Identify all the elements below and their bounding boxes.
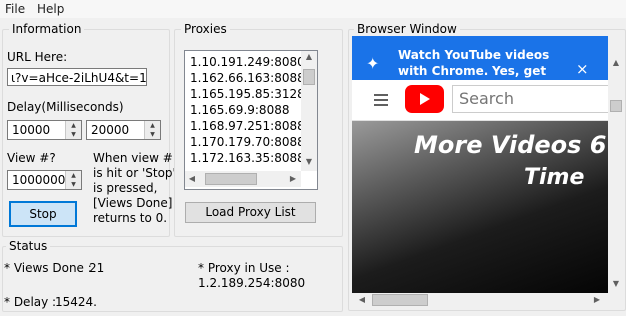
notif-line-1: Watch YouTube videos — [398, 48, 550, 62]
stop-button[interactable]: Stop — [9, 201, 77, 227]
proxy-list-item[interactable]: 1.165.195.85:3128 — [190, 87, 305, 101]
view-count-arrows: ▲ ▼ — [65, 171, 81, 189]
url-label: URL Here: — [7, 50, 68, 64]
notif-line-2: with Chrome. — [398, 64, 489, 78]
view-note-line-4: [Views Done] — [93, 196, 173, 210]
browser-webview[interactable]: ✦ Watch YouTube videos with Chrome. Yes,… — [352, 36, 608, 293]
delay-max-arrows: ▲ ▼ — [144, 121, 160, 139]
star-icon: ✦ — [366, 54, 380, 73]
delay-label: Delay(Milliseconds) — [7, 100, 124, 114]
youtube-search-input[interactable]: Search — [452, 85, 608, 113]
proxies-legend: Proxies — [181, 22, 230, 36]
scroll-thumb[interactable] — [205, 173, 257, 185]
video-player[interactable]: More Videos 6 Time — [352, 121, 608, 293]
browser-hscroll[interactable]: ◀ ▶ — [352, 293, 608, 307]
spin-down-icon[interactable]: ▼ — [66, 130, 81, 139]
scroll-down-icon[interactable]: ▼ — [301, 157, 317, 166]
scroll-up-icon[interactable]: ▲ — [301, 52, 317, 61]
url-input[interactable]: ι?v=aHce-2iLhU4&t=1s — [7, 68, 147, 86]
scroll-right-icon[interactable]: ▶ — [592, 295, 602, 304]
information-legend: Information — [9, 22, 85, 36]
proxy-list-vscroll[interactable]: ▲ ▼ — [301, 51, 317, 171]
hamburger-menu-icon[interactable] — [374, 94, 388, 96]
search-placeholder: Search — [459, 89, 514, 108]
view-note-line-1: When view # — [93, 151, 173, 165]
views-done-value: 21 — [89, 261, 105, 275]
delay-status-value: 15424. — [55, 295, 97, 309]
view-count-value: 1000000 — [12, 173, 66, 187]
proxy-list-item[interactable]: 1.170.179.70:8088 — [190, 135, 305, 149]
proxy-list[interactable]: 1.10.191.249:8080 1.162.66.163:8088 1.165.… — [184, 50, 318, 190]
scroll-thumb[interactable] — [610, 100, 622, 112]
youtube-logo-icon[interactable] — [405, 85, 444, 113]
view-note-line-5: returns to 0. — [93, 211, 168, 225]
scroll-left-icon[interactable]: ◀ — [357, 295, 367, 304]
browser-vscroll[interactable]: ▲ ▼ — [608, 36, 624, 293]
menu-file[interactable]: File — [5, 2, 25, 16]
view-count-spinner[interactable]: 1000000 ▲ ▼ — [7, 170, 82, 190]
scroll-thumb[interactable] — [372, 294, 428, 306]
view-note-line-2: is hit or 'Stop' — [93, 166, 176, 180]
youtube-header: Search — [352, 80, 608, 121]
view-note-line-3: is pressed, — [93, 181, 158, 195]
delay-max-spinner[interactable]: 20000 ▲ ▼ — [86, 120, 161, 140]
proxy-list-item[interactable]: 1.10.191.249:8080 — [190, 55, 305, 69]
url-input-value: ι?v=aHce-2iLhU4&t=1s — [11, 71, 147, 85]
status-legend: Status — [6, 239, 51, 253]
browser-legend: Browser Window — [354, 22, 460, 36]
proxy-in-use-value: 1.2.189.254:8080 — [198, 276, 306, 290]
spin-down-icon[interactable]: ▼ — [66, 180, 81, 189]
proxy-list-item[interactable]: 1.165.69.9:8088 — [190, 103, 289, 117]
scroll-up-icon[interactable]: ▲ — [608, 58, 624, 67]
delay-status-label: * Delay : — [4, 295, 57, 309]
scroll-down-icon[interactable]: ▼ — [608, 279, 624, 288]
scroll-left-icon[interactable]: ◀ — [186, 174, 198, 183]
delay-min-arrows: ▲ ▼ — [65, 121, 81, 139]
video-title-line-1: More Videos 6 — [414, 131, 607, 159]
proxy-in-use-label: * Proxy in Use : — [198, 261, 290, 275]
close-icon[interactable]: × — [576, 60, 589, 78]
proxy-list-hscroll[interactable]: ◀ ▶ — [185, 171, 301, 187]
chrome-notification-banner: ✦ Watch YouTube videos with Chrome. Yes,… — [352, 36, 608, 80]
load-proxy-list-button[interactable]: Load Proxy List — [185, 202, 316, 223]
spin-down-icon[interactable]: ▼ — [145, 130, 160, 139]
scroll-thumb[interactable] — [303, 69, 315, 85]
video-title-line-2: Time — [524, 165, 585, 190]
notif-yes-link[interactable]: Yes, get — [492, 64, 546, 78]
proxy-list-item[interactable]: 1.172.163.35:8088 — [190, 151, 305, 165]
menu-help[interactable]: Help — [37, 2, 64, 16]
views-done-label: * Views Done : — [4, 261, 92, 275]
proxy-list-item[interactable]: 1.162.66.163:8088 — [190, 71, 305, 85]
delay-min-spinner[interactable]: 10000 ▲ ▼ — [7, 120, 82, 140]
scroll-right-icon[interactable]: ▶ — [287, 174, 299, 183]
menu-bar: File Help — [0, 0, 626, 18]
delay-min-value: 10000 — [12, 123, 51, 137]
view-label: View #? — [7, 151, 56, 165]
proxy-list-item[interactable]: 1.168.97.251:8088 — [190, 119, 305, 133]
delay-max-value: 20000 — [91, 123, 130, 137]
